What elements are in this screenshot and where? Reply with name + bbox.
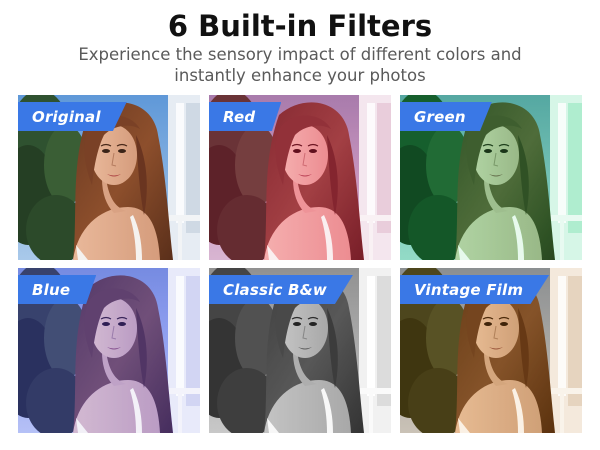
filter-label: Blue [32, 280, 71, 299]
filter-tile-classic-bw[interactable]: Classic B&w [209, 268, 391, 433]
filter-tile-red[interactable]: Red [209, 95, 391, 260]
filter-label-badge: Classic B&w [209, 275, 353, 304]
filter-label: Red [223, 107, 256, 126]
filter-tile-vintage-film[interactable]: Vintage Film [400, 268, 582, 433]
filter-label-badge: Vintage Film [400, 275, 550, 304]
filter-label: Original [32, 107, 101, 126]
filter-tile-green[interactable]: Green [400, 95, 582, 260]
page-title: 6 Built-in Filters [167, 9, 433, 43]
page-subtitle: Experience the sensory impact of differe… [78, 45, 522, 85]
filter-label-badge: Red [209, 102, 282, 131]
filter-label: Green [414, 107, 466, 126]
filter-label: Vintage Film [414, 280, 524, 299]
filter-label-badge: Green [400, 102, 492, 131]
filter-tile-blue[interactable]: Blue [18, 268, 200, 433]
filter-label-badge: Blue [18, 275, 97, 304]
filter-tile-original[interactable]: Original [18, 95, 200, 260]
filter-label: Classic B&w [223, 280, 327, 299]
filter-label-badge: Original [18, 102, 127, 131]
